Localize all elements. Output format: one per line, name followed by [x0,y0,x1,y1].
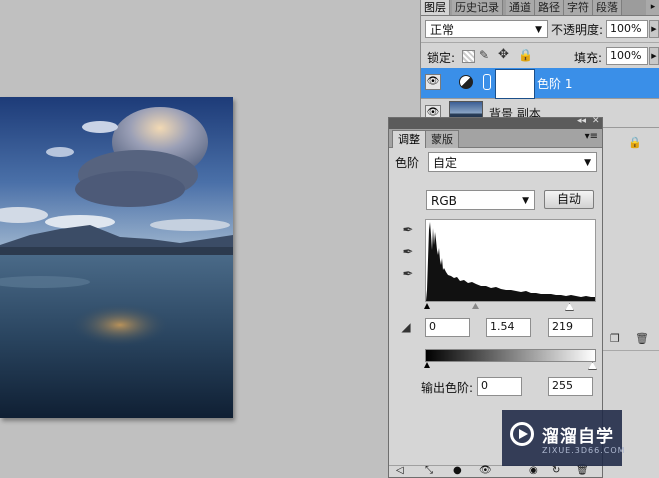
expand-view-icon[interactable]: ⤡ [425,465,433,476]
view-previous-icon[interactable]: ◉ [529,465,538,476]
visibility-eye-icon[interactable]: 👁 [425,74,441,90]
link-chain-icon[interactable] [483,74,491,90]
auto-button[interactable]: 自动 [544,190,594,209]
fill-label: 填充: [574,51,603,65]
panel-menu-icon[interactable]: ▸ [646,0,659,15]
opacity-label: 不透明度: [551,23,604,37]
tab-character[interactable]: 字符 [564,0,593,15]
watermark-logo: 溜溜自学 ZIXUE.3D66.COM [502,410,625,466]
input-white-field[interactable]: 219 [548,318,593,337]
trash-icon[interactable]: 🗑 [635,332,649,345]
layers-panel-tabs: 图层 历史记录 通道 路径 字符 段落 ▸ [421,0,659,16]
lock-move-icon[interactable]: ✥ [498,47,509,62]
tab-layers[interactable]: 图层 [421,0,450,15]
levels-label: 色阶 [395,156,420,170]
layer-row-levels[interactable]: 👁 色阶 1 [421,68,659,99]
tab-paths[interactable]: 路径 [535,0,564,15]
channel-value: RGB [431,194,457,208]
output-white-slider[interactable] [588,362,597,370]
close-icon[interactable]: ✕ [592,116,600,126]
chevron-down-icon: ▼ [584,158,591,168]
divider [421,42,659,43]
opacity-input[interactable]: 100% [606,20,648,38]
canvas-photo[interactable] [0,97,233,418]
lock-all-icon[interactable]: 🔒 [518,48,533,62]
preset-value: 自定 [433,156,458,170]
back-arrow-icon[interactable]: ◁ [396,465,404,476]
tab-channels[interactable]: 通道 [506,0,535,15]
tab-history[interactable]: 历史记录 [452,0,503,15]
clip-layer-icon[interactable]: ● [453,465,462,476]
output-black-slider[interactable] [424,362,430,368]
histogram [425,219,596,302]
adjustment-layer-icon [459,75,473,89]
lock-label: 锁定: [427,51,456,65]
input-white-slider[interactable] [565,303,574,311]
input-gamma-slider[interactable] [472,303,479,309]
output-levels-label: 输出色阶: [421,381,474,395]
layer-name[interactable]: 色阶 1 [537,75,572,92]
layer-mask-thumbnail[interactable] [495,69,535,99]
lock-brush-icon[interactable]: ✎ [479,48,489,62]
tab-adjustments[interactable]: 调整 [392,130,426,148]
panel-menu-icon[interactable]: ▾≡ [585,131,598,142]
white-eyedropper-icon[interactable]: ✒ [399,266,417,284]
adjustments-bottom-bar: ◁ ⤡ ● 👁 ◉ ↻ 🗑 [389,465,602,478]
gray-eyedropper-icon[interactable]: ✒ [399,244,417,262]
chevron-down-icon: ▼ [535,25,542,35]
trash-icon[interactable]: 🗑 [576,465,589,476]
channel-select[interactable]: RGB ▼ [426,190,535,210]
layer-lock-icon: 🔒 [628,136,642,149]
output-white-field[interactable]: 255 [548,377,593,396]
new-layer-icon[interactable]: ❐ [610,332,620,345]
fill-input[interactable]: 100% [606,47,648,65]
input-black-field[interactable]: 0 [425,318,470,337]
play-logo-icon [510,422,534,446]
collapse-icon[interactable]: ◂◂ [577,116,586,126]
output-gradient-bar [425,349,596,362]
watermark-url: ZIXUE.3D66.COM [542,446,626,455]
black-eyedropper-icon[interactable]: ✒ [399,222,417,240]
chevron-down-icon: ▼ [522,196,529,206]
adjustments-titlebar[interactable]: ◂◂ ✕ [389,116,602,129]
opacity-arrow-icon[interactable]: ▶ [649,20,659,38]
tab-paragraph[interactable]: 段落 [593,0,622,15]
adjustments-tabs: 调整 蒙版 ▾≡ [389,129,602,148]
output-black-field[interactable]: 0 [477,377,522,396]
preset-select[interactable]: 自定 ▼ [428,152,597,172]
watermark-brand: 溜溜自学 [542,427,614,447]
blend-mode-value: 正常 [430,23,455,37]
blend-mode-select[interactable]: 正常 ▼ [425,20,548,38]
clipping-warning-icon[interactable]: ◢ [397,318,415,336]
visibility-eye-icon[interactable]: 👁 [479,465,492,476]
tab-masks[interactable]: 蒙版 [425,130,459,148]
reset-icon[interactable]: ↻ [552,465,560,476]
input-black-slider[interactable] [424,303,430,309]
lock-transparent-icon[interactable] [462,50,475,63]
input-gamma-field[interactable]: 1.54 [486,318,531,337]
fill-arrow-icon[interactable]: ▶ [649,47,659,65]
